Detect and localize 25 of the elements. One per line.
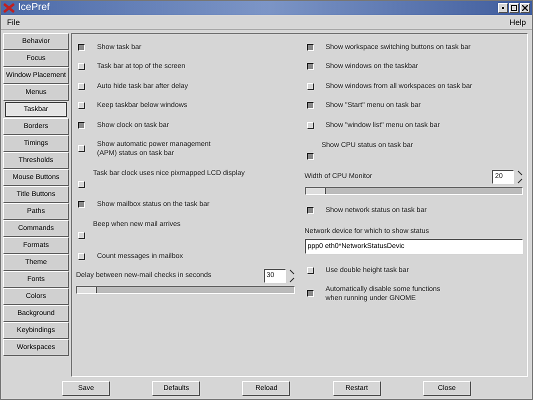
app-icon	[3, 2, 15, 13]
close-button[interactable]	[520, 2, 530, 13]
spin-arrows-icon[interactable]	[517, 170, 523, 184]
slider-thumb[interactable]	[306, 188, 326, 194]
checkbox[interactable]	[78, 201, 85, 208]
checkbox[interactable]	[306, 102, 314, 110]
checkbox[interactable]	[306, 207, 314, 214]
checkbox[interactable]	[306, 290, 314, 298]
minimize-button[interactable]	[498, 2, 508, 13]
checkbox[interactable]	[78, 122, 85, 129]
menu-item[interactable]: Help	[508, 18, 528, 27]
slider-track[interactable]	[76, 286, 294, 294]
slider-thumb[interactable]	[77, 286, 97, 293]
checkbox[interactable]	[306, 44, 314, 51]
checkbox[interactable]	[78, 44, 85, 51]
checkbox[interactable]	[306, 152, 314, 160]
maximize-icon	[511, 4, 517, 11]
menu-item[interactable]: File	[5, 18, 22, 27]
slider-track[interactable]	[304, 186, 523, 195]
checkbox[interactable]	[306, 63, 314, 70]
close-icon	[522, 4, 528, 11]
minimize-icon	[500, 4, 506, 11]
window-title: IcePref	[18, 2, 50, 14]
maximize-button[interactable]	[509, 2, 519, 13]
spin-arrows-icon[interactable]	[288, 268, 294, 283]
